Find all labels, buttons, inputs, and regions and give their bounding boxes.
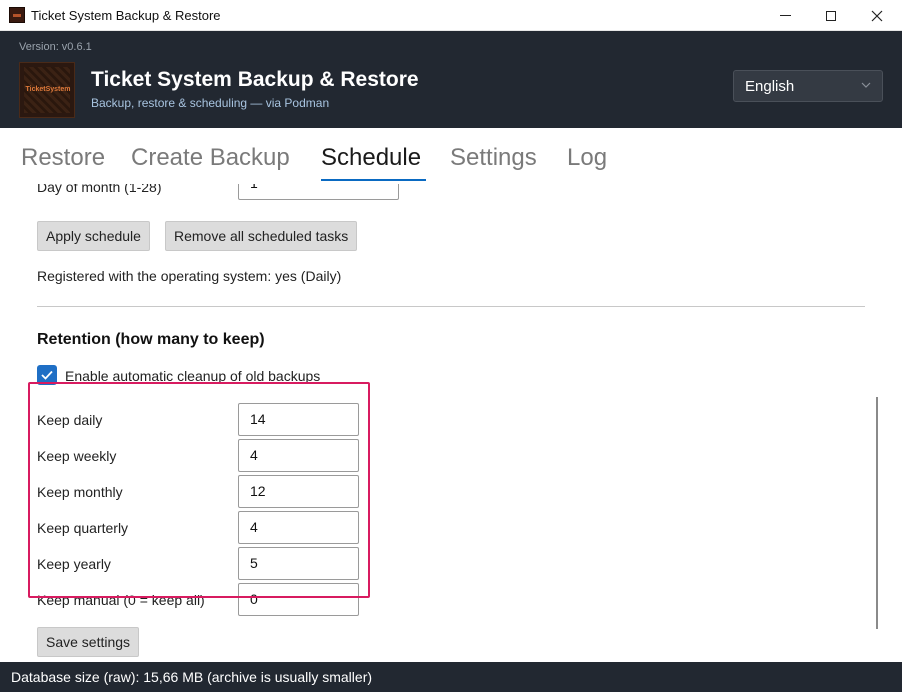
apply-schedule-button[interactable]: Apply schedule xyxy=(37,221,150,251)
version-label: Version: v0.6.1 xyxy=(19,41,92,53)
checkmark-icon xyxy=(41,370,53,380)
database-size-status: Database size (raw): 15,66 MB (archive i… xyxy=(11,669,373,685)
section-divider xyxy=(37,306,865,307)
tab-settings[interactable]: Settings xyxy=(450,144,537,172)
tab-restore[interactable]: Restore xyxy=(21,144,105,172)
maximize-button[interactable] xyxy=(808,0,854,31)
tab-create-backup[interactable]: Create Backup xyxy=(131,144,290,172)
app-header: Version: v0.6.1 TicketSystem Ticket Syst… xyxy=(0,31,902,128)
minimize-icon xyxy=(779,15,791,16)
minimize-button[interactable] xyxy=(762,0,808,31)
tab-log[interactable]: Log xyxy=(567,144,607,172)
save-settings-button[interactable]: Save settings xyxy=(37,627,140,657)
tab-schedule[interactable]: Schedule xyxy=(321,144,421,172)
app-subtitle: Backup, restore & scheduling — via Podma… xyxy=(91,96,330,110)
active-tab-indicator xyxy=(321,179,426,181)
title-bar: Ticket System Backup & Restore xyxy=(0,0,902,31)
language-select[interactable]: English xyxy=(733,70,883,102)
remove-scheduled-tasks-button[interactable]: Remove all scheduled tasks xyxy=(165,221,358,251)
logo-text: TicketSystem xyxy=(25,86,71,93)
tab-bar: Restore Create Backup Schedule Settings … xyxy=(0,128,902,184)
registration-status: Registered with the operating system: ye… xyxy=(37,268,342,284)
app-logo: TicketSystem xyxy=(19,62,75,118)
scrollbar[interactable] xyxy=(876,397,878,629)
window-title: Ticket System Backup & Restore xyxy=(31,8,221,23)
day-of-month-input[interactable]: 1 xyxy=(238,184,399,200)
status-bar: Database size (raw): 15,66 MB (archive i… xyxy=(0,662,902,692)
app-title: Ticket System Backup & Restore xyxy=(91,68,419,91)
close-button[interactable] xyxy=(854,0,900,31)
retention-title: Retention (how many to keep) xyxy=(37,331,265,348)
close-icon xyxy=(871,10,883,21)
app-icon xyxy=(9,7,25,23)
maximize-icon xyxy=(826,10,836,21)
chevron-down-icon xyxy=(861,82,871,88)
day-of-month-label: Day of month (1-28) xyxy=(37,184,162,195)
language-value: English xyxy=(745,78,795,95)
schedule-content[interactable]: Day of month (1-28) 1 Apply schedule Rem… xyxy=(0,184,902,662)
highlight-box xyxy=(28,382,370,598)
